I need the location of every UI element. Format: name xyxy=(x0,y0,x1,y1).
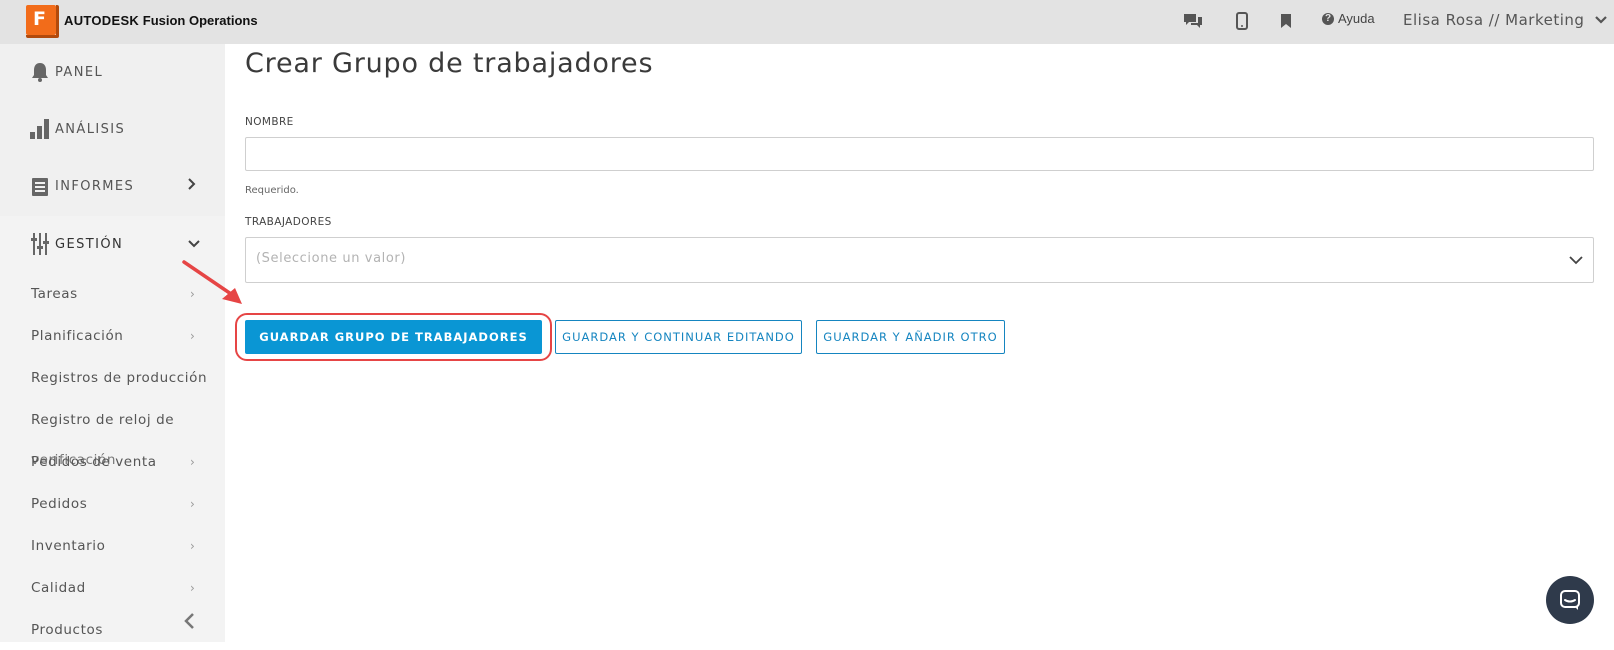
chevron-down-icon xyxy=(1569,250,1583,269)
user-menu[interactable]: Elisa Rosa // Marketing xyxy=(1403,11,1608,29)
collapse-sidebar-icon[interactable] xyxy=(183,612,195,635)
save-and-add-another-button[interactable]: GUARDAR Y AÑADIR OTRO xyxy=(816,320,1005,354)
sidebar-item-label: GESTIÓN xyxy=(55,236,124,252)
chevron-down-icon xyxy=(1595,16,1608,24)
chevron-right-icon: › xyxy=(190,329,195,343)
workers-placeholder: (Seleccione un valor) xyxy=(256,251,407,266)
sidebar-sub-registros-produccion[interactable]: Registros de producción xyxy=(0,358,225,398)
sidebar-sub-label: Pedidos de venta xyxy=(31,454,157,470)
sidebar: PANEL ANÁLISIS INFORMES GESTIÓN Tareas ›… xyxy=(0,44,225,642)
bookmark-icon[interactable] xyxy=(1275,10,1297,32)
brand-name: AUTODESK Fusion Operations xyxy=(64,13,258,28)
user-label: Elisa Rosa // Marketing xyxy=(1403,11,1585,29)
sidebar-sub-calidad[interactable]: Calidad › xyxy=(0,568,225,608)
save-worker-group-button[interactable]: GUARDAR GRUPO DE TRABAJADORES xyxy=(245,320,542,354)
chat-icon[interactable] xyxy=(1182,10,1204,32)
chat-bubble-icon xyxy=(1560,590,1580,610)
sidebar-sub-label: Registro de reloj de xyxy=(31,412,175,428)
workers-label: TRABAJADORES xyxy=(245,216,332,228)
chevron-right-icon: › xyxy=(190,581,195,595)
sidebar-sub-label: Tareas xyxy=(31,286,78,302)
name-input[interactable] xyxy=(245,137,1594,171)
mobile-icon[interactable] xyxy=(1231,10,1253,32)
required-hint: Requerido. xyxy=(245,185,299,196)
sidebar-sub-pedidos[interactable]: Pedidos › xyxy=(0,484,225,524)
name-label: NOMBRE xyxy=(245,116,294,128)
brand-product: Fusion Operations xyxy=(142,12,258,28)
sidebar-item-label: ANÁLISIS xyxy=(55,121,126,137)
sidebar-sub-label: Productos xyxy=(31,622,103,638)
document-icon xyxy=(30,175,50,197)
chevron-right-icon: › xyxy=(190,455,195,469)
autodesk-logo-icon: F xyxy=(26,5,59,38)
help-link[interactable]: ? Ayuda xyxy=(1322,11,1375,26)
app-logo[interactable]: F AUTODESK Fusion Operations xyxy=(26,5,258,38)
sidebar-sub-label: Pedidos xyxy=(31,496,88,512)
sidebar-sub-inventario[interactable]: Inventario › xyxy=(0,526,225,566)
help-icon: ? xyxy=(1322,12,1334,25)
sidebar-sub-pedidos-venta[interactable]: verificación Pedidos de venta › xyxy=(0,442,225,482)
sidebar-item-label: INFORMES xyxy=(55,178,135,194)
workers-select[interactable]: (Seleccione un valor) xyxy=(245,237,1594,283)
help-label: Ayuda xyxy=(1338,11,1375,26)
sidebar-item-label: PANEL xyxy=(55,64,104,80)
brand-bold: AUTODESK xyxy=(64,12,140,28)
sidebar-sub-label: Calidad xyxy=(31,580,86,596)
save-and-continue-button[interactable]: GUARDAR Y CONTINUAR EDITANDO xyxy=(555,320,802,354)
page-title: Crear Grupo de trabajadores xyxy=(245,48,654,79)
chevron-right-icon: › xyxy=(190,539,195,553)
top-bar: F AUTODESK Fusion Operations ? Ayuda Eli… xyxy=(0,0,1614,44)
sidebar-item-panel[interactable]: PANEL xyxy=(0,44,225,100)
sidebar-item-analisis[interactable]: ANÁLISIS xyxy=(0,101,225,157)
sliders-icon xyxy=(30,233,50,255)
chevron-down-icon xyxy=(188,237,200,252)
sidebar-item-informes[interactable]: INFORMES xyxy=(0,158,225,214)
sidebar-sub-label: Registros de producción xyxy=(31,370,208,386)
sidebar-sub-label: Inventario xyxy=(31,538,106,554)
bell-icon xyxy=(30,61,50,83)
sidebar-sub-label: Planificación xyxy=(31,328,124,344)
chat-launcher-button[interactable] xyxy=(1546,576,1594,624)
sidebar-sub-planificacion[interactable]: Planificación › xyxy=(0,316,225,356)
sidebar-sub-registro-reloj[interactable]: Registro de reloj de xyxy=(0,400,225,440)
arrow-annotation-icon xyxy=(182,260,242,304)
chevron-right-icon xyxy=(188,178,196,194)
bar-chart-icon xyxy=(30,118,50,140)
chevron-right-icon: › xyxy=(190,497,195,511)
